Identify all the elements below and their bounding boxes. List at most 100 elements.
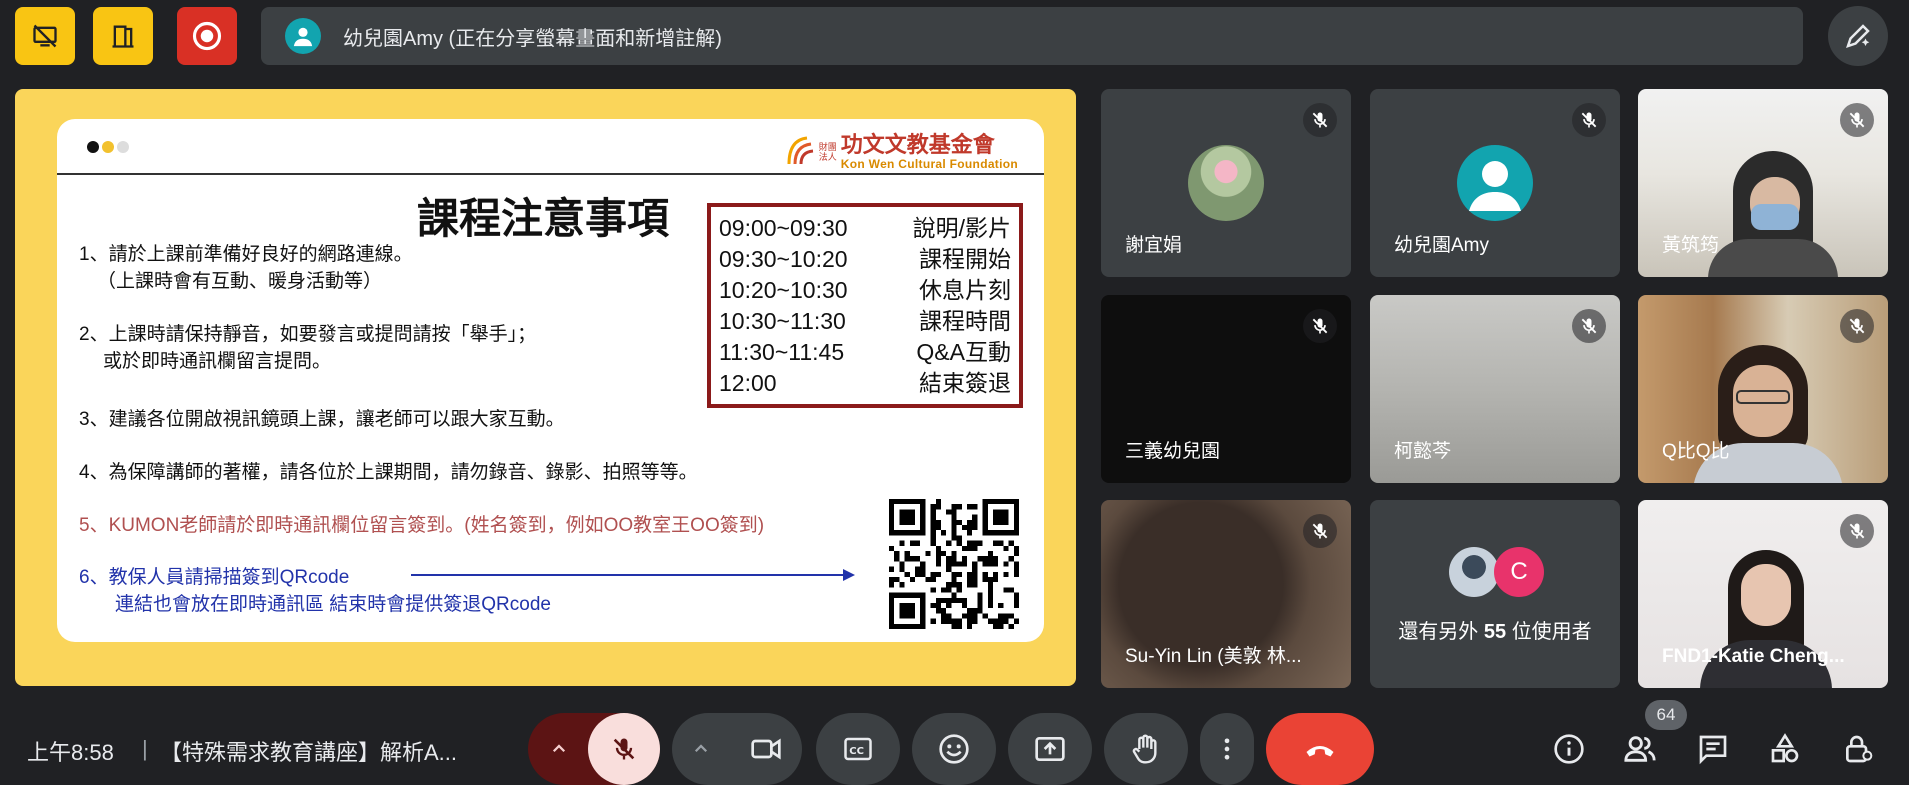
pen-icon	[1846, 24, 1870, 48]
emoji-icon	[939, 734, 969, 764]
meeting-time: 上午8:58	[27, 740, 114, 765]
camera-toggle-button[interactable]	[730, 713, 802, 785]
chat-button[interactable]	[1687, 723, 1739, 775]
participant-tile[interactable]: 謝宜娟	[1101, 89, 1351, 277]
hang-up-icon	[1306, 746, 1334, 757]
slide: 財團 法人 功文文教基金會 Kon Wen Cultural Foundatio…	[57, 119, 1044, 642]
people-icon	[1624, 736, 1656, 762]
captions-icon: CC	[844, 737, 872, 761]
participant-name: Q比Q比	[1662, 441, 1730, 462]
others-tile[interactable]: C 還有另外 55 位使用者	[1370, 500, 1620, 688]
schedule-row: 09:30~10:20 課程開始	[719, 246, 1011, 272]
arrow-to-qr	[411, 569, 855, 581]
camera-group	[672, 713, 802, 785]
participant-name: 柯懿芩	[1394, 441, 1452, 462]
participant-tile[interactable]: 三義幼兒園	[1101, 295, 1351, 483]
mic-off-icon	[1303, 103, 1337, 137]
slide-item-1: 1、請於上課前準備好良好的網路連線。 （上課時會有互動、暖身活動等）	[79, 244, 413, 292]
slide-item-2: 2、上課時請保持靜音，如要發言或提問請按「舉手」； 或於即時通訊欄留言提問。	[79, 324, 537, 372]
video-feed-mask	[1751, 204, 1799, 230]
mic-off-icon	[1572, 103, 1606, 137]
others-avatar-photo	[1449, 547, 1499, 597]
mic-options-button[interactable]	[528, 713, 590, 785]
others-count-text: 還有另外 55 位使用者	[1398, 621, 1592, 643]
participant-tile[interactable]: Q比Q比	[1638, 295, 1888, 483]
separator: |	[142, 736, 148, 761]
participant-name: 謝宜娟	[1125, 235, 1183, 256]
video-feed-glasses	[1736, 390, 1790, 404]
slide-item-5: 5、KUMON老師請於即時通訊欄位留言簽到。(姓名簽到，例如OO教室王OO簽到)	[79, 515, 765, 536]
schedule-row: 09:00~09:30 說明/影片	[719, 215, 1011, 241]
mic-group	[528, 713, 660, 785]
present-button[interactable]	[1008, 713, 1092, 785]
schedule-row: 10:30~11:30 課程時間	[719, 308, 1011, 334]
meeting-info-button[interactable]	[1543, 723, 1595, 775]
logo-small-text: 財團 法人	[818, 142, 837, 162]
person-icon	[293, 27, 313, 47]
schedule-box: 09:00~09:30 說明/影片 09:30~10:20 課程開始 10:20~1…	[707, 203, 1023, 408]
mic-off-icon	[1840, 309, 1874, 343]
qr-code	[889, 499, 1019, 629]
participant-tile[interactable]: 柯懿芩	[1370, 295, 1620, 483]
slide-item-6: 6、教保人員請掃描簽到QRcode 連結也會放在即時通訊區 結束時會提供簽退QR…	[79, 567, 551, 615]
camera-options-button[interactable]	[672, 713, 730, 785]
present-icon	[1035, 737, 1065, 761]
schedule-row: 11:30~11:45 Q&A互動	[719, 339, 1011, 365]
record-icon	[192, 21, 222, 51]
hang-up-button[interactable]	[1266, 713, 1374, 785]
annotate-button[interactable]	[1828, 6, 1888, 66]
presenter-avatar	[285, 18, 321, 54]
mic-off-icon	[613, 738, 635, 760]
mic-off-icon	[1840, 514, 1874, 548]
participant-name: Su-Yin Lin (美敦 林...	[1125, 646, 1302, 667]
raise-hand-icon	[1132, 734, 1157, 764]
presenter-banner: 幼兒園Amy (正在分享螢幕畫面和新增註解)	[261, 7, 1803, 65]
participant-name: 黃筑筠	[1662, 235, 1720, 256]
activities-icon	[1771, 733, 1799, 763]
chevron-up-icon	[552, 744, 566, 753]
slide-title: 課程注意事項	[417, 194, 670, 243]
raise-hand-button[interactable]	[1104, 713, 1188, 785]
reactions-button[interactable]	[912, 713, 996, 785]
presentation-area: 財團 法人 功文文教基金會 Kon Wen Cultural Foundatio…	[15, 89, 1076, 686]
svg-text:CC: CC	[849, 746, 864, 757]
present-off-icon	[33, 24, 57, 48]
slide-dots	[87, 141, 129, 153]
logo-name: 功文文教基金會	[840, 132, 995, 157]
avatar	[1188, 145, 1264, 221]
mic-off-icon	[1572, 309, 1606, 343]
slide-item-4: 4、為保障講師的著權，請各位於上課期間，請勿錄音、錄影、拍照等等。	[79, 462, 698, 483]
info-icon	[1554, 734, 1584, 764]
exit-icon	[112, 25, 134, 48]
people-button[interactable]	[1614, 723, 1666, 775]
slide-item-3: 3、建議各位開啟視訊鏡頭上課，讓老師可以跟大家互動。	[79, 409, 565, 430]
record-button[interactable]	[177, 7, 237, 65]
slide-divider	[57, 173, 1044, 175]
activities-button[interactable]	[1759, 723, 1811, 775]
schedule-row: 10:20~10:30 休息片刻	[719, 277, 1011, 303]
foundation-logo: 財團 法人 功文文教基金會 Kon Wen Cultural Foundatio…	[785, 133, 1018, 171]
mic-off-icon	[1303, 309, 1337, 343]
schedule-row: 12:00 結束簽退	[719, 370, 1011, 396]
participant-name: 幼兒園Amy	[1394, 235, 1490, 256]
more-options-button[interactable]	[1200, 713, 1254, 785]
video-feed-body	[1708, 239, 1838, 277]
logo-english: Kon Wen Cultural Foundation	[840, 157, 1018, 171]
participant-name: 三義幼兒園	[1125, 441, 1221, 462]
participant-tile[interactable]: FND1-Katie Cheng...	[1638, 500, 1888, 688]
participant-tile[interactable]: 黃筑筠	[1638, 89, 1888, 277]
mic-toggle-button[interactable]	[588, 713, 660, 785]
participant-tile[interactable]: Su-Yin Lin (美敦 林...	[1101, 500, 1351, 688]
exit-button[interactable]	[93, 7, 153, 65]
video-feed-face	[1741, 564, 1791, 626]
foundation-logo-mark	[787, 136, 813, 165]
participant-name: FND1-Katie Cheng...	[1662, 646, 1845, 667]
captions-button[interactable]: CC	[816, 713, 900, 785]
mic-off-icon	[1303, 514, 1337, 548]
mic-off-icon	[1840, 103, 1874, 137]
present-off-button[interactable]	[15, 7, 75, 65]
chevron-up-icon	[694, 744, 708, 753]
host-controls-button[interactable]	[1832, 723, 1884, 775]
participant-tile[interactable]: 幼兒園Amy	[1370, 89, 1620, 277]
presenter-banner-text: 幼兒園Amy (正在分享螢幕畫面和新增註解)	[343, 27, 722, 50]
